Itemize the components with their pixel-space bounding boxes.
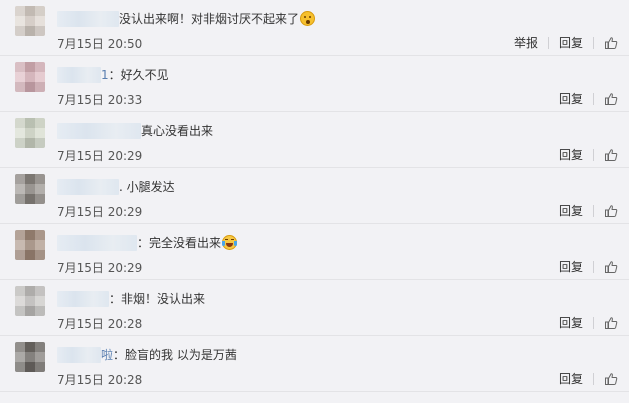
comment-header: ：完全没看出来 bbox=[57, 234, 238, 252]
reply-link[interactable]: 回复 bbox=[559, 147, 583, 163]
user-avatar[interactable] bbox=[15, 6, 45, 36]
comment-timestamp: 7月15日 20:33 bbox=[57, 93, 143, 107]
action-divider bbox=[593, 373, 594, 385]
comment-item: 啦：脸盲的我 以为是万茜 7月15日 20:28 回复 bbox=[0, 336, 629, 392]
user-avatar[interactable] bbox=[15, 342, 45, 372]
comment-text: ：非烟！没认出来 bbox=[109, 292, 206, 306]
comment-text: ：脸盲的我 以为是万茜 bbox=[113, 348, 237, 362]
comment-actions: 回复 bbox=[559, 315, 618, 331]
action-divider bbox=[593, 149, 594, 161]
comment-text: . 小腿发达 bbox=[119, 180, 175, 194]
comment-actions: 回复 bbox=[559, 203, 618, 219]
reply-link[interactable]: 回复 bbox=[559, 259, 583, 275]
action-divider bbox=[593, 37, 594, 49]
like-thumb-icon[interactable] bbox=[604, 204, 618, 218]
comment-timestamp: 7月15日 20:50 bbox=[57, 37, 143, 51]
comment-item: 真心没看出来 7月15日 20:29 回复 bbox=[0, 112, 629, 168]
comment-text: ：好久不见 bbox=[108, 68, 169, 82]
action-divider bbox=[593, 261, 594, 273]
like-thumb-icon[interactable] bbox=[604, 316, 618, 330]
action-divider bbox=[593, 317, 594, 329]
action-divider bbox=[593, 93, 594, 105]
reply-link[interactable]: 回复 bbox=[559, 315, 583, 331]
comment-actions: 回复 bbox=[559, 147, 618, 163]
comment-header: ：非烟！没认出来 bbox=[57, 290, 205, 308]
reply-link[interactable]: 回复 bbox=[559, 371, 583, 387]
user-avatar[interactable] bbox=[15, 174, 45, 204]
action-divider bbox=[547, 37, 549, 49]
comment-actions: 回复 bbox=[559, 259, 618, 275]
username-link[interactable] bbox=[57, 67, 101, 83]
comment-header: 真心没看出来 bbox=[57, 122, 213, 140]
comment-timestamp: 7月15日 20:29 bbox=[57, 149, 143, 163]
laughing-tears-emoji bbox=[222, 235, 238, 250]
username-link[interactable] bbox=[57, 123, 141, 139]
comment-actions: 回复 bbox=[559, 371, 618, 387]
username-link[interactable] bbox=[57, 291, 109, 307]
like-thumb-icon[interactable] bbox=[604, 260, 618, 274]
comment-timestamp: 7月15日 20:29 bbox=[57, 261, 143, 275]
reply-link[interactable]: 回复 bbox=[559, 203, 583, 219]
user-avatar[interactable] bbox=[15, 230, 45, 260]
comment-text: 没认出来啊！对非烟讨厌不起来了 bbox=[119, 12, 300, 26]
user-avatar[interactable] bbox=[15, 286, 45, 316]
username-link[interactable] bbox=[57, 235, 137, 251]
username-link[interactable] bbox=[57, 11, 119, 27]
comment-item: 没认出来啊！对非烟讨厌不起来了 7月15日 20:50 举报 回复 bbox=[0, 0, 629, 56]
comment-timestamp: 7月15日 20:28 bbox=[57, 373, 143, 387]
comment-header: . 小腿发达 bbox=[57, 178, 175, 196]
reply-link[interactable]: 回复 bbox=[559, 91, 583, 107]
user-avatar[interactable] bbox=[15, 118, 45, 148]
comment-item: ：非烟！没认出来 7月15日 20:28 回复 bbox=[0, 280, 629, 336]
comment-timestamp: 7月15日 20:29 bbox=[57, 205, 143, 219]
comment-item: 1：好久不见 7月15日 20:33 回复 bbox=[0, 56, 629, 112]
comment-text: 真心没看出来 bbox=[141, 124, 214, 138]
like-thumb-icon[interactable] bbox=[604, 92, 618, 106]
user-avatar[interactable] bbox=[15, 62, 45, 92]
like-thumb-icon[interactable] bbox=[604, 372, 618, 386]
comment-header: 没认出来啊！对非烟讨厌不起来了 bbox=[57, 10, 316, 28]
comment-item: . 小腿发达 7月15日 20:29 回复 bbox=[0, 168, 629, 224]
comment-actions: 举报 回复 bbox=[514, 35, 618, 51]
username-link[interactable] bbox=[57, 347, 101, 363]
comment-item: ：完全没看出来 7月15日 20:29 回复 bbox=[0, 224, 629, 280]
reply-link[interactable]: 回复 bbox=[559, 35, 583, 51]
username-tail[interactable]: 啦 bbox=[101, 348, 113, 362]
action-divider bbox=[593, 205, 594, 217]
like-thumb-icon[interactable] bbox=[604, 148, 618, 162]
like-thumb-icon[interactable] bbox=[604, 36, 618, 50]
comment-header: 1：好久不见 bbox=[57, 66, 169, 84]
comment-timestamp: 7月15日 20:28 bbox=[57, 317, 143, 331]
username-tail[interactable]: 1 bbox=[101, 68, 109, 82]
comment-actions: 回复 bbox=[559, 91, 618, 107]
username-link[interactable] bbox=[57, 179, 119, 195]
surprised-emoji bbox=[300, 11, 316, 26]
comment-text: ：完全没看出来 bbox=[137, 236, 222, 250]
comment-header: 啦：脸盲的我 以为是万茜 bbox=[57, 346, 237, 364]
report-link[interactable]: 举报 bbox=[514, 35, 538, 51]
